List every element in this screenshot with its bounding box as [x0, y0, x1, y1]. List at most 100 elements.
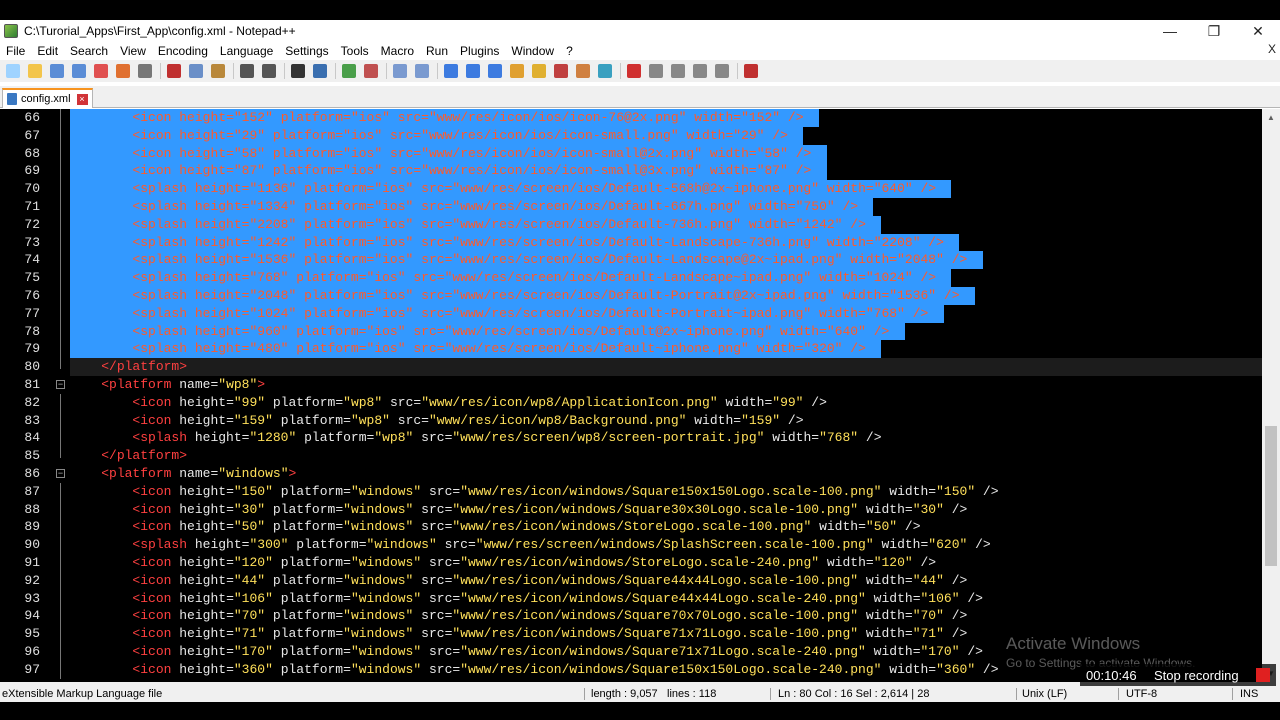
code-line[interactable]: 92 <icon height="44" platform="windows" …	[0, 571, 1262, 590]
record-macro-button[interactable]	[625, 62, 643, 80]
code-line[interactable]: 87 <icon height="150" platform="windows"…	[0, 482, 1262, 501]
menu-settings[interactable]: Settings	[279, 44, 334, 58]
code-line[interactable]: 83 <icon height="159" platform="wp8" src…	[0, 411, 1262, 430]
code-line[interactable]: 71 <splash height="1334" platform="ios" …	[0, 198, 1262, 216]
xml-tag: </platform>	[101, 359, 188, 375]
spellcheck-button[interactable]	[742, 62, 760, 80]
menu-encoding[interactable]: Encoding	[152, 44, 214, 58]
code-line[interactable]: 69 <icon height="87" platform="ios" src=…	[0, 162, 1262, 181]
code-line[interactable]: 84 <splash height="1280" platform="wp8" …	[0, 429, 1262, 448]
new-file-button[interactable]	[4, 62, 22, 80]
menu-file[interactable]: File	[0, 44, 31, 58]
code-line[interactable]: 91 <icon height="120" platform="windows"…	[0, 554, 1262, 572]
scroll-up-icon[interactable]: ▲	[1262, 109, 1280, 126]
menu-window[interactable]: Window	[505, 44, 560, 58]
recording-widget[interactable]: 00:10:46 Stop recording	[1080, 664, 1276, 686]
stop-macro-button[interactable]	[647, 62, 665, 80]
paste-button[interactable]	[209, 62, 227, 80]
title-bar[interactable]: C:\Turorial_Apps\First_App\config.xml - …	[0, 20, 1280, 42]
menu-tools[interactable]: Tools	[335, 44, 375, 58]
record-indicator-icon[interactable]	[1256, 668, 1270, 682]
code-line[interactable]: 80 </platform>	[0, 358, 1262, 376]
code-line[interactable]: 89 <icon height="50" platform="windows" …	[0, 518, 1262, 537]
close-window-icon[interactable]: ✕	[1236, 20, 1280, 42]
fold-toggle-icon[interactable]: −	[54, 376, 68, 394]
xml-tag: <icon	[132, 501, 172, 517]
save-macro-button[interactable]	[713, 62, 731, 80]
menu-help[interactable]: ?	[560, 44, 579, 58]
code-line[interactable]: 90 <splash height="300" platform="window…	[0, 536, 1262, 554]
tab-config-xml[interactable]: config.xml ×	[2, 88, 93, 108]
close-file-button[interactable]	[92, 62, 110, 80]
xml-attribute: src	[421, 519, 445, 535]
play-multiple-button[interactable]	[691, 62, 709, 80]
code-editor[interactable]: 66 <icon height="152" platform="ios" src…	[0, 109, 1280, 682]
code-line[interactable]: 72 <splash height="2208" platform="ios" …	[0, 215, 1262, 234]
scrollbar-thumb[interactable]	[1265, 426, 1277, 566]
monitoring-button[interactable]	[596, 62, 614, 80]
code-line[interactable]: 74 <splash height="1536" platform="ios" …	[0, 251, 1262, 270]
xml-value: "ios"	[343, 127, 383, 143]
cut-button[interactable]	[165, 62, 183, 80]
replace-button[interactable]	[311, 62, 329, 80]
function-list-button[interactable]	[552, 62, 570, 80]
folder-workspace-button[interactable]	[574, 62, 592, 80]
fold-toggle-icon[interactable]: −	[54, 465, 68, 483]
vertical-scrollbar[interactable]: ▲ ▼	[1262, 109, 1280, 682]
status-encoding[interactable]: UTF-8	[1126, 686, 1157, 702]
code-line[interactable]: 70 <splash height="1136" platform="ios" …	[0, 180, 1262, 198]
sync-vertical-button[interactable]	[391, 62, 409, 80]
find-button[interactable]	[289, 62, 307, 80]
status-eol[interactable]: Unix (LF)	[1022, 686, 1067, 702]
menu-language[interactable]: Language	[214, 44, 279, 58]
undo-button[interactable]	[238, 62, 256, 80]
open-file-button[interactable]	[26, 62, 44, 80]
xml-attribute: src	[421, 234, 445, 250]
code-line[interactable]: 67 <icon height="29" platform="ios" src=…	[0, 126, 1262, 145]
code-line[interactable]: 78 <splash height="960" platform="ios" s…	[0, 322, 1262, 341]
sync-horizontal-button[interactable]	[413, 62, 431, 80]
redo-button[interactable]	[260, 62, 278, 80]
code-line[interactable]: 81− <platform name="wp8">	[0, 376, 1262, 394]
xml-attribute: src	[421, 626, 445, 642]
zoom-out-button[interactable]	[362, 62, 380, 80]
udl-button[interactable]	[508, 62, 526, 80]
menu-edit[interactable]: Edit	[31, 44, 64, 58]
xml-attribute: width	[873, 644, 913, 659]
stop-recording-button[interactable]: Stop recording	[1154, 668, 1239, 683]
menu-search[interactable]: Search	[64, 44, 114, 58]
code-line[interactable]: 66 <icon height="152" platform="ios" src…	[0, 109, 1262, 127]
code-line[interactable]: 85 </platform>	[0, 447, 1262, 465]
code-line[interactable]: 93 <icon height="106" platform="windows"…	[0, 589, 1262, 608]
menu-view[interactable]: View	[114, 44, 152, 58]
tab-close-icon[interactable]: ×	[76, 93, 88, 105]
play-macro-button[interactable]	[669, 62, 687, 80]
minimize-icon[interactable]: —	[1148, 20, 1192, 42]
show-all-chars-button[interactable]	[464, 62, 482, 80]
save-all-button[interactable]	[70, 62, 88, 80]
code-line[interactable]: 82 <icon height="99" platform="wp8" src=…	[0, 393, 1262, 412]
copy-button[interactable]	[187, 62, 205, 80]
code-line[interactable]: 86− <platform name="windows">	[0, 465, 1262, 483]
menu-macro[interactable]: Macro	[375, 44, 420, 58]
menu-run[interactable]: Run	[420, 44, 454, 58]
code-line[interactable]: 88 <icon height="30" platform="windows" …	[0, 500, 1262, 519]
zoom-in-button[interactable]	[340, 62, 358, 80]
code-line[interactable]: 79 <splash height="480" platform="ios" s…	[0, 340, 1262, 359]
close-all-button[interactable]	[114, 62, 132, 80]
code-line[interactable]: 77 <splash height="1024" platform="ios" …	[0, 304, 1262, 323]
word-wrap-button[interactable]	[442, 62, 460, 80]
code-line[interactable]: 76 <splash height="2048" platform="ios" …	[0, 287, 1262, 305]
code-line[interactable]: 94 <icon height="70" platform="windows" …	[0, 607, 1262, 626]
code-line[interactable]: 68 <icon height="58" platform="ios" src=…	[0, 144, 1262, 163]
restore-icon[interactable]: ❐	[1192, 20, 1236, 42]
indent-guide-button[interactable]	[486, 62, 504, 80]
print-button[interactable]	[136, 62, 154, 80]
save-button[interactable]	[48, 62, 66, 80]
close-document-icon[interactable]: X	[1268, 42, 1276, 56]
status-divider	[1016, 688, 1017, 700]
menu-plugins[interactable]: Plugins	[454, 44, 505, 58]
doc-map-button[interactable]	[530, 62, 548, 80]
code-line[interactable]: 73 <splash height="1242" platform="ios" …	[0, 233, 1262, 252]
code-line[interactable]: 75 <splash height="768" platform="ios" s…	[0, 269, 1262, 287]
